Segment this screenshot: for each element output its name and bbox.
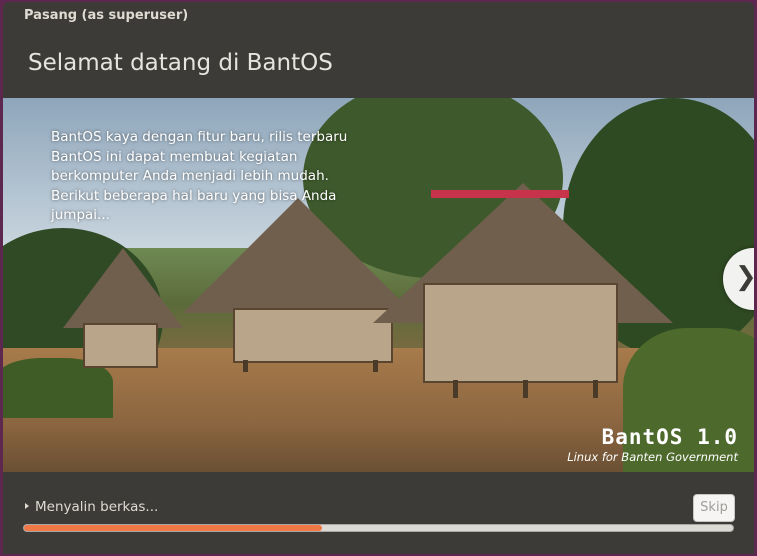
bantos-logo: BantOS 1.0 Linux for Banten Government — [567, 425, 738, 464]
slideshow: BantOS kaya dengan fitur baru, rilis ter… — [3, 98, 754, 472]
installer-window: Pasang (as superuser) Selamat datang di … — [3, 2, 754, 554]
status-expander[interactable]: Menyalin berkas... — [25, 499, 158, 515]
window-title: Pasang (as superuser) — [24, 8, 189, 23]
footer: Menyalin berkas... Skip — [3, 472, 754, 554]
skip-button[interactable]: Skip — [693, 494, 735, 522]
disclosure-triangle-icon — [25, 503, 29, 509]
page-title: Selamat datang di BantOS — [28, 50, 333, 76]
slide-description: BantOS kaya dengan fitur baru, rilis ter… — [51, 129, 348, 223]
header: Selamat datang di BantOS — [3, 30, 754, 98]
logo-subtitle: Linux for Banten Government — [567, 450, 738, 464]
chevron-right-icon: ❯ — [735, 262, 754, 292]
title-bar[interactable]: Pasang (as superuser) — [3, 2, 754, 30]
logo-name: BantOS 1.0 — [601, 425, 738, 449]
progress-bar — [23, 524, 734, 532]
status-text: Menyalin berkas... — [35, 499, 159, 515]
progress-fill — [24, 525, 322, 531]
